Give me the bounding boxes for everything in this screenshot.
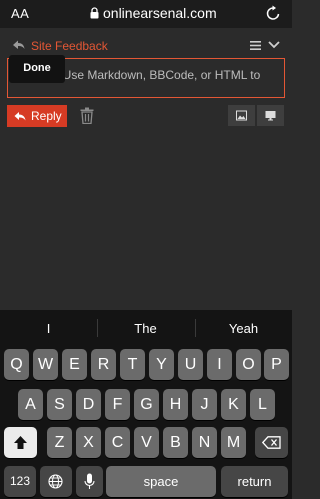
return-key[interactable]: return (221, 466, 288, 497)
key-e[interactable]: E (62, 349, 87, 380)
key-a[interactable]: A (18, 389, 43, 420)
suggestion-item[interactable]: I (0, 321, 97, 336)
editor-placeholder: . Use Markdown, BBCode, or HTML to (56, 68, 261, 82)
key-p[interactable]: P (264, 349, 289, 380)
key-z[interactable]: Z (47, 427, 72, 458)
upload-image-button[interactable] (228, 105, 255, 126)
reply-composer: Site Feedback . Use Markdown, BBCode, or… (0, 28, 292, 310)
key-t[interactable]: T (120, 349, 145, 380)
predictive-suggestions: I The Yeah (0, 310, 292, 346)
key-d[interactable]: D (76, 389, 101, 420)
toggle-preview-button[interactable] (257, 105, 284, 126)
shift-key[interactable] (4, 427, 37, 458)
key-w[interactable]: W (33, 349, 58, 380)
globe-key[interactable] (40, 466, 72, 497)
onscreen-keyboard: I The Yeah Q W E R T Y U I O P A S D F G… (0, 310, 292, 499)
done-label: Done (23, 62, 51, 74)
space-key[interactable]: space (106, 466, 216, 497)
url-domain[interactable]: onlinearsenal.com (103, 5, 217, 21)
key-o[interactable]: O (236, 349, 261, 380)
reload-icon[interactable] (266, 5, 281, 21)
browser-address-bar[interactable]: AA onlinearsenal.com (0, 0, 292, 28)
key-g[interactable]: G (134, 389, 159, 420)
key-i[interactable]: I (207, 349, 232, 380)
reply-icon (14, 112, 26, 121)
key-m[interactable]: M (221, 427, 246, 458)
key-v[interactable]: V (134, 427, 159, 458)
key-s[interactable]: S (47, 389, 72, 420)
key-r[interactable]: R (91, 349, 116, 380)
topic-title-link[interactable]: Site Feedback (31, 39, 108, 53)
backspace-key[interactable] (255, 427, 288, 458)
microphone-icon (84, 473, 95, 489)
key-n[interactable]: N (192, 427, 217, 458)
key-x[interactable]: X (76, 427, 101, 458)
key-y[interactable]: Y (149, 349, 174, 380)
reply-label: Reply (31, 109, 62, 123)
preview-icon (265, 111, 276, 121)
reply-arrow-icon (13, 40, 25, 49)
key-q[interactable]: Q (4, 349, 29, 380)
key-k[interactable]: K (221, 389, 246, 420)
key-h[interactable]: H (163, 389, 188, 420)
done-button[interactable]: Done (9, 55, 65, 83)
reply-button[interactable]: Reply (7, 105, 67, 127)
dictation-key[interactable] (76, 466, 103, 497)
globe-icon (48, 474, 63, 489)
key-b[interactable]: B (163, 427, 188, 458)
key-j[interactable]: J (192, 389, 217, 420)
key-f[interactable]: F (105, 389, 130, 420)
lock-icon (90, 7, 99, 19)
key-l[interactable]: L (250, 389, 275, 420)
suggestion-item[interactable]: The (97, 321, 194, 336)
key-c[interactable]: C (105, 427, 130, 458)
key-u[interactable]: U (178, 349, 203, 380)
shift-icon (14, 436, 27, 449)
backspace-icon (262, 436, 281, 449)
text-size-label: AA (11, 6, 30, 21)
hamburger-icon[interactable] (250, 41, 261, 50)
image-icon (236, 110, 247, 121)
numbers-key[interactable]: 123 (4, 466, 36, 497)
chevron-down-icon[interactable] (268, 40, 280, 49)
text-size-button[interactable]: AA (11, 6, 29, 21)
trash-icon[interactable] (80, 107, 94, 124)
suggestion-item[interactable]: Yeah (195, 321, 292, 336)
